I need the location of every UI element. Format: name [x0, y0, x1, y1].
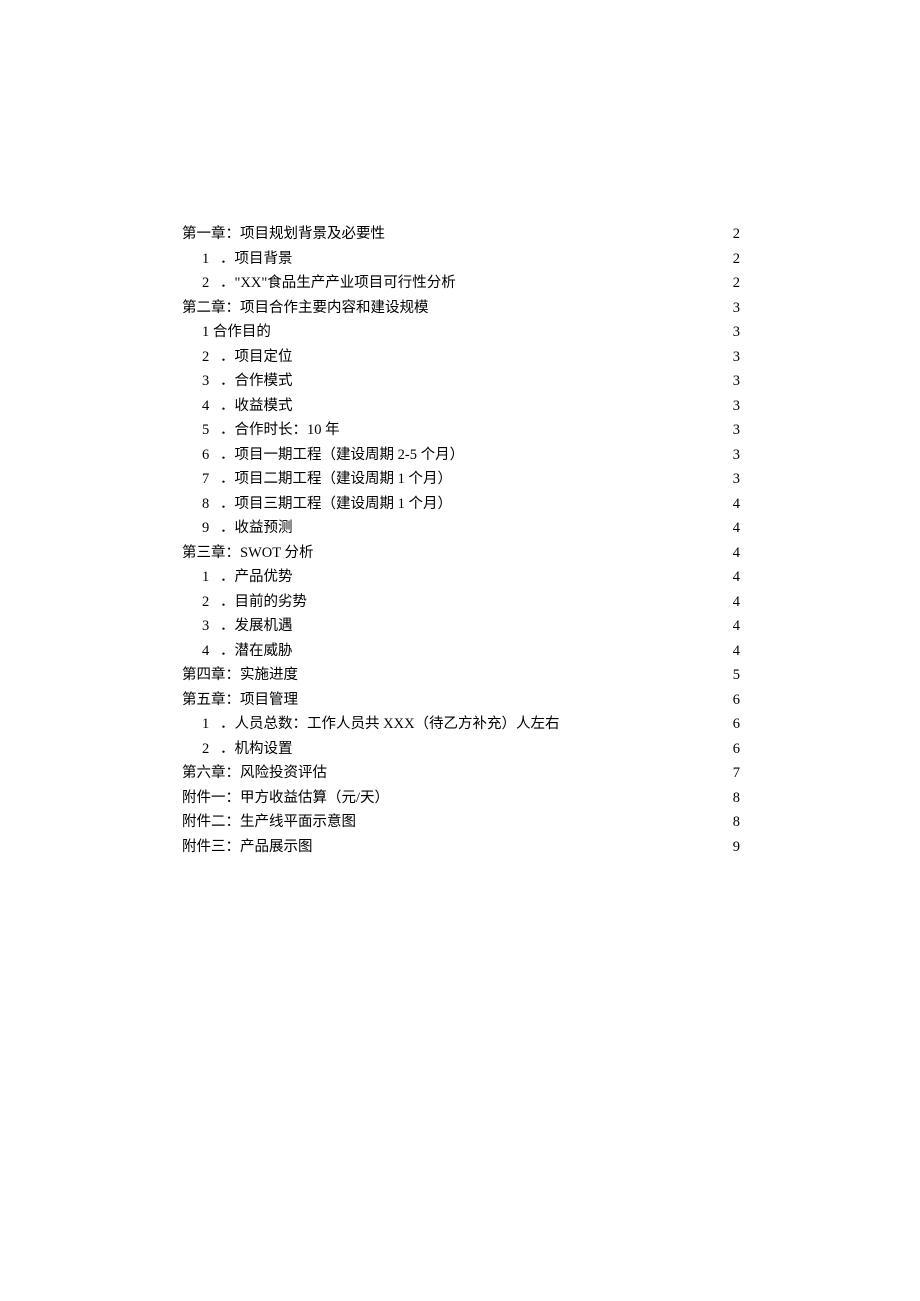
toc-entry-title: ．合作模式 [220, 369, 293, 394]
toc-entry-page: 6 [731, 688, 740, 713]
toc-entry-number: 2 [202, 271, 220, 296]
toc-entry-page: 4 [731, 516, 740, 541]
toc-entry-title: ．收益模式 [220, 394, 293, 419]
toc-entry-page: 3 [731, 443, 740, 468]
toc-entry-page: 3 [731, 467, 740, 492]
toc-entry-title: ．项目二期工程（建设周期 1 个月） [220, 467, 452, 492]
toc-entry-page: 3 [731, 345, 740, 370]
toc-entry: 2．"XX"食品生产产业项目可行性分析2 [202, 271, 740, 296]
page: 第一章：项目规划背景及必要性21．项目背景22．"XX"食品生产产业项目可行性分… [0, 0, 920, 859]
toc-entry-title: ．项目定位 [220, 345, 293, 370]
toc-entry-number: 2 [202, 345, 220, 370]
toc-entry: 第一章：项目规划背景及必要性 2 [182, 222, 740, 247]
toc-entry-title: 第三章：SWOT 分析 [182, 541, 313, 566]
toc-entry-number: 1 [202, 712, 220, 737]
toc-entry: 附件三：产品展示图 9 [182, 835, 740, 860]
toc-entry: 4．潜在威胁4 [202, 639, 740, 664]
toc-entry: 9．收益预测 4 [202, 516, 740, 541]
toc-entry-page: 3 [731, 369, 740, 394]
toc-entry-number: 1 [202, 247, 220, 272]
toc-entry-page: 3 [731, 296, 740, 321]
toc-entry-number: 3 [202, 369, 220, 394]
toc-entry-number: 8 [202, 492, 220, 517]
toc-entry-title: 附件二：生产线平面示意图 [182, 810, 356, 835]
toc-entry-number: 5 [202, 418, 220, 443]
toc-entry-page: 9 [731, 835, 740, 860]
toc-entry-number: 9 [202, 516, 220, 541]
toc-entry-page: 3 [731, 394, 740, 419]
toc-entry-page: 7 [731, 761, 740, 786]
toc-entry-title: ．潜在威胁 [220, 639, 293, 664]
toc-entry: 3．发展机遇 4 [202, 614, 740, 639]
toc-entry-page: 6 [731, 712, 740, 737]
toc-entry-number: 7 [202, 467, 220, 492]
toc-entry-page: 8 [731, 786, 740, 811]
toc-entry-title: 第四章：实施进度 [182, 663, 298, 688]
toc-entry: 2．项目定位 3 [202, 345, 740, 370]
toc-entry-title: ．项目背景 [220, 247, 293, 272]
toc-entry: 附件二：生产线平面示意图 8 [182, 810, 740, 835]
toc-entry-title: ．目前的劣势 [220, 590, 307, 615]
toc-entry: 第五章：项目管理 6 [182, 688, 740, 713]
toc-entry-title: 第一章：项目规划背景及必要性 [182, 222, 385, 247]
toc-entry-number: 6 [202, 443, 220, 468]
toc-entry: 3．合作模式3 [202, 369, 740, 394]
toc-entry-page: 2 [731, 247, 740, 272]
toc-entry-title: ．项目一期工程（建设周期 2-5 个月） [220, 443, 464, 468]
toc-entry: 第二章：项目合作主要内容和建设规模 3 [182, 296, 740, 321]
toc-entry-title: ．"XX"食品生产产业项目可行性分析 [220, 271, 456, 296]
toc-entry: 第六章：风险投资评估 7 [182, 761, 740, 786]
toc-entry-title: ．机构设置 [220, 737, 293, 762]
toc-entry-title: 1 合作目的 [202, 320, 271, 345]
toc-entry: 第四章：实施进度 5 [182, 663, 740, 688]
toc-entry: 第三章：SWOT 分析 4 [182, 541, 740, 566]
toc-entry-title: ．收益预测 [220, 516, 293, 541]
toc-entry-title: ．合作时长：10 年 [220, 418, 340, 443]
toc-entry: 5．合作时长：10 年 3 [202, 418, 740, 443]
toc-entry-title: 第六章：风险投资评估 [182, 761, 327, 786]
toc-entry-title: 附件一：甲方收益估算（元/天） [182, 786, 389, 811]
toc-entry-number: 1 [202, 565, 220, 590]
toc-entry-page: 4 [731, 541, 740, 566]
toc-entry: 6．项目一期工程（建设周期 2-5 个月） 3 [202, 443, 740, 468]
toc-entry-title: 第二章：项目合作主要内容和建设规模 [182, 296, 429, 321]
toc-entry-page: 4 [731, 614, 740, 639]
toc-entry: 1．人员总数：工作人员共 XXX（待乙方补充）人左右 6 [202, 712, 740, 737]
toc-entry-title: 附件三：产品展示图 [182, 835, 313, 860]
toc-entry: 2．机构设置 6 [202, 737, 740, 762]
toc-entry-title: ．产品优势 [220, 565, 293, 590]
toc-entry: 2．目前的劣势 4 [202, 590, 740, 615]
toc-entry-page: 6 [731, 737, 740, 762]
toc-entry-page: 5 [731, 663, 740, 688]
toc-entry-title: 第五章：项目管理 [182, 688, 298, 713]
toc-entry-page: 2 [731, 271, 740, 296]
toc-entry-number: 2 [202, 737, 220, 762]
toc-entry-page: 4 [731, 492, 740, 517]
toc-entry: 7．项目二期工程（建设周期 1 个月） 3 [202, 467, 740, 492]
toc-entry-page: 4 [731, 590, 740, 615]
toc-entry: 4．收益模式 3 [202, 394, 740, 419]
toc-entry: 1．产品优势 4 [202, 565, 740, 590]
toc-entry-page: 3 [731, 320, 740, 345]
toc-entry-page: 4 [731, 565, 740, 590]
toc-entry-number: 2 [202, 590, 220, 615]
toc-entry: 附件一：甲方收益估算（元/天） 8 [182, 786, 740, 811]
toc-entry-title: ．人员总数：工作人员共 XXX（待乙方补充）人左右 [220, 712, 560, 737]
toc-entry: 1 合作目的 3 [202, 320, 740, 345]
toc-entry-number: 3 [202, 614, 220, 639]
toc-entry: 1．项目背景 2 [202, 247, 740, 272]
toc-entry-page: 4 [731, 639, 740, 664]
toc-entry-number: 4 [202, 394, 220, 419]
toc-entry-title: ．发展机遇 [220, 614, 293, 639]
toc-entry-page: 2 [731, 222, 740, 247]
toc-entry-page: 3 [731, 418, 740, 443]
table-of-contents: 第一章：项目规划背景及必要性21．项目背景22．"XX"食品生产产业项目可行性分… [182, 222, 740, 859]
toc-entry-page: 8 [731, 810, 740, 835]
toc-entry-title: ．项目三期工程（建设周期 1 个月） [220, 492, 452, 517]
toc-entry-number: 4 [202, 639, 220, 664]
toc-entry: 8．项目三期工程（建设周期 1 个月） 4 [202, 492, 740, 517]
